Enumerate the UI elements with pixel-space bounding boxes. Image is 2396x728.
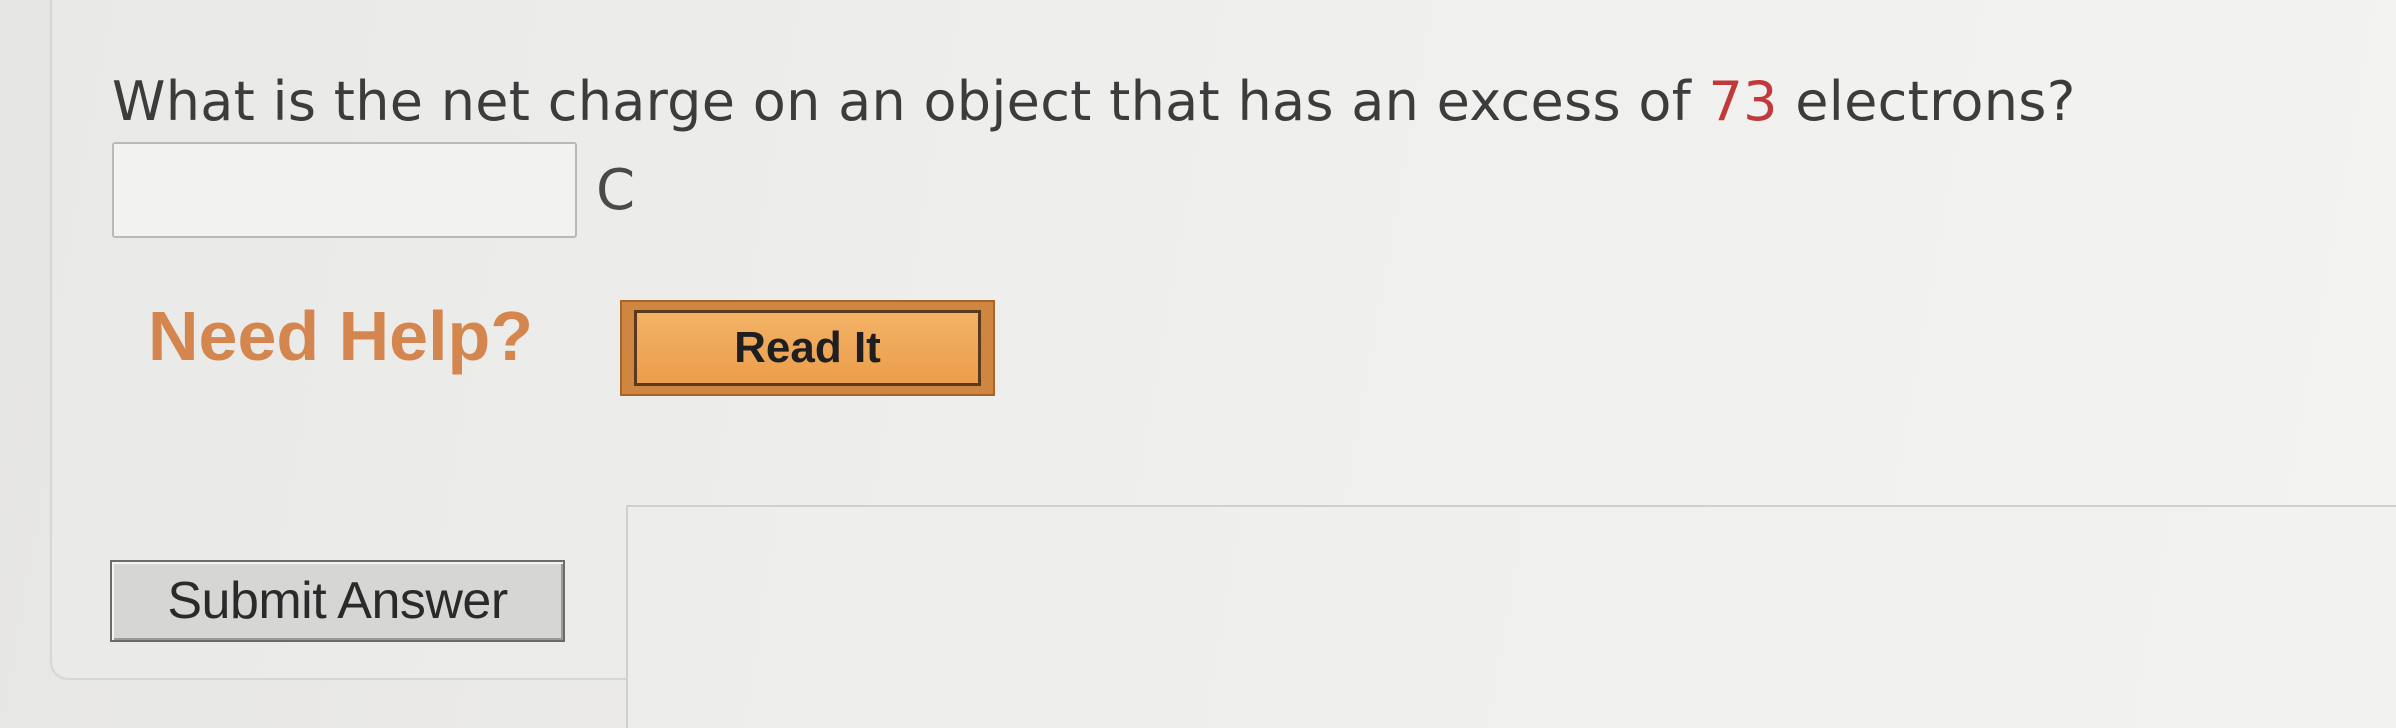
need-help-label: Need Help? [148, 297, 534, 375]
history-panel [626, 505, 2396, 728]
answer-input[interactable] [112, 142, 577, 238]
submit-answer-button[interactable]: Submit Answer [110, 560, 565, 642]
question-prefix: What is the net charge on an object that… [112, 70, 1709, 133]
electron-count-value: 73 [1708, 70, 1778, 133]
question-suffix: electrons? [1777, 70, 2076, 133]
read-it-button[interactable]: Read It [620, 300, 995, 396]
unit-label: C [596, 158, 636, 223]
question-text: What is the net charge on an object that… [112, 70, 2076, 133]
read-it-label: Read It [634, 310, 981, 386]
